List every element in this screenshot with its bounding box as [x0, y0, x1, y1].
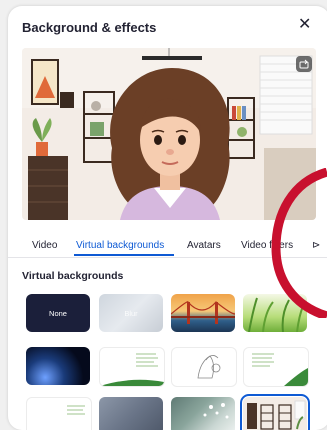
document-icon	[252, 353, 308, 386]
tab-video[interactable]: Video	[32, 240, 57, 251]
background-golden-gate[interactable]	[171, 294, 235, 332]
document-icon	[67, 405, 85, 415]
active-tab-indicator	[74, 254, 174, 256]
background-gray-gradient[interactable]	[99, 397, 163, 430]
background-label: None	[49, 308, 67, 318]
red-annotation-circle	[271, 168, 327, 318]
background-earth[interactable]	[26, 347, 90, 385]
dialog-title: Background & effects	[22, 20, 157, 35]
sketch-icon	[197, 355, 221, 379]
bridge-icon	[171, 301, 235, 324]
background-document-2[interactable]	[243, 347, 309, 387]
room-icon	[247, 400, 306, 430]
section-title: Virtual backgrounds	[22, 270, 124, 282]
document-icon	[100, 353, 164, 386]
tab-avatars[interactable]: Avatars	[187, 240, 221, 251]
close-icon[interactable]: ✕	[298, 17, 311, 33]
background-blur[interactable]: Blur	[99, 294, 163, 332]
rotate-camera-icon[interactable]	[296, 56, 312, 72]
blossom-icon	[203, 403, 229, 419]
background-document-1[interactable]	[99, 347, 165, 387]
background-none[interactable]: None	[26, 294, 90, 332]
background-blossom[interactable]	[171, 397, 235, 430]
background-label: Blur	[124, 308, 138, 318]
background-sketch[interactable]	[171, 347, 237, 387]
background-document-3[interactable]	[26, 397, 92, 430]
tab-virtual-backgrounds[interactable]: Virtual backgrounds	[76, 240, 164, 251]
background-room[interactable]	[240, 394, 310, 430]
